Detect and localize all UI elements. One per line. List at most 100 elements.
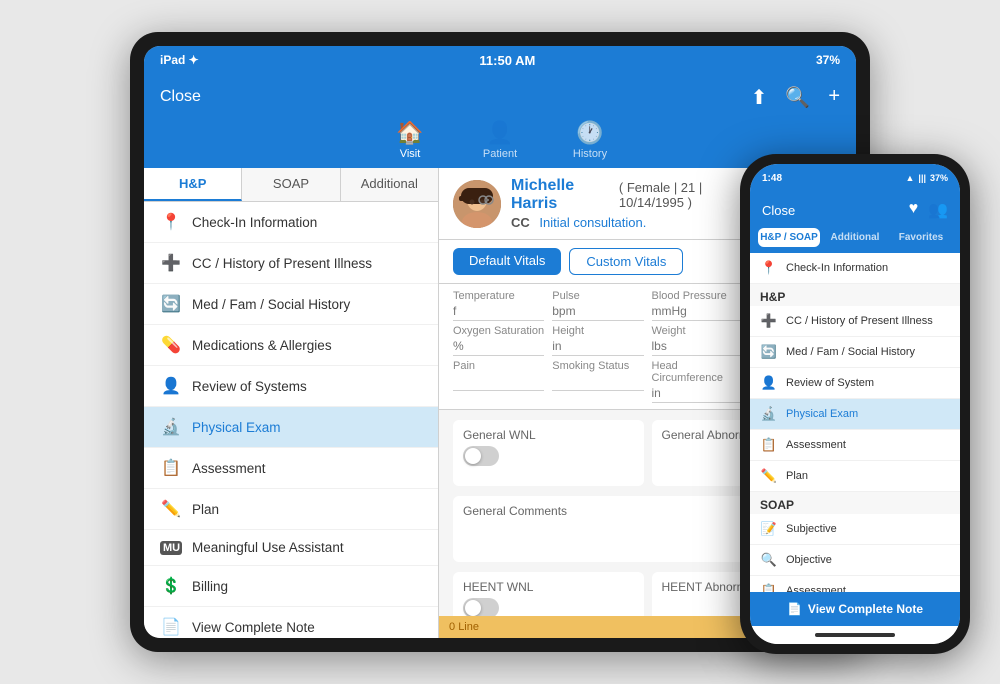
sidebar-item-check-in-label: Check-In Information <box>192 215 317 230</box>
vital-head-circ-input[interactable] <box>652 384 743 403</box>
vital-bp-input[interactable] <box>652 302 743 321</box>
sidebar-item-medications-label: Medications & Allergies <box>192 338 332 353</box>
phone-tab-favorites[interactable]: Favorites <box>890 228 952 247</box>
sidebar-item-assessment[interactable]: 📋 Assessment <box>144 448 438 489</box>
vital-pain-label: Pain <box>453 360 544 372</box>
patient-avatar-img <box>453 180 501 228</box>
sidebar-item-cc-history-label: CC / History of Present Illness <box>192 256 372 271</box>
phone-item-subjective[interactable]: 📝 Subjective <box>750 514 960 545</box>
sidebar-tabs: H&P SOAP Additional <box>144 168 438 202</box>
sidebar-item-med-fam-label: Med / Fam / Social History <box>192 297 350 312</box>
vital-smoking: Smoking Status <box>552 360 643 403</box>
vitals-tab-default[interactable]: Default Vitals <box>453 248 561 275</box>
phone-med-fam-label: Med / Fam / Social History <box>786 346 915 358</box>
phone-item-assessment-hp[interactable]: 📋 Assessment <box>750 430 960 461</box>
physical-exam-icon: 🔬 <box>160 417 182 437</box>
phone-nav-list: 📍 Check-In Information H&P ➕ CC / Histor… <box>750 253 960 592</box>
patient-icon: 👤 <box>486 120 513 146</box>
add-icon[interactable]: + <box>828 85 840 110</box>
phone-item-cc-history[interactable]: ➕ CC / History of Present Illness <box>750 306 960 337</box>
review-icon: 👤 <box>160 376 182 396</box>
cc-history-icon: ➕ <box>160 253 182 273</box>
vital-height-input[interactable] <box>552 337 643 356</box>
phone-heart-icon[interactable]: ♥ <box>909 200 919 220</box>
sidebar-tab-soap[interactable]: SOAP <box>242 168 340 201</box>
home-bar <box>815 633 895 637</box>
search-icon[interactable]: 🔍 <box>785 85 810 110</box>
phone-plan-hp-label: Plan <box>786 470 808 482</box>
sidebar-tab-additional[interactable]: Additional <box>341 168 438 201</box>
phone-check-in-label: Check-In Information <box>786 262 888 274</box>
sidebar-item-check-in[interactable]: 📍 Check-In Information <box>144 202 438 243</box>
phone-item-objective[interactable]: 🔍 Objective <box>750 545 960 576</box>
vital-pain-input[interactable] <box>453 372 544 391</box>
med-fam-icon: 🔄 <box>160 294 182 314</box>
vitals-tab-custom[interactable]: Custom Vitals <box>569 248 683 275</box>
share-icon[interactable]: ⬆ <box>751 85 768 110</box>
phone-objective-icon: 🔍 <box>760 552 778 568</box>
general-wnl-toggle[interactable] <box>463 446 499 466</box>
sidebar-item-med-fam[interactable]: 🔄 Med / Fam / Social History <box>144 284 438 325</box>
check-in-icon: 📍 <box>160 212 182 232</box>
view-note-icon-phone: 📄 <box>787 602 802 616</box>
tab-visit-label: Visit <box>400 148 421 160</box>
phone-review-icon: 👤 <box>760 375 778 391</box>
ipad-nav-bar: Close ⬆ 🔍 + <box>144 74 856 120</box>
phone-assessment-soap-label: Assessment <box>786 585 846 592</box>
vital-weight-input[interactable] <box>652 337 743 356</box>
sidebar-item-medications[interactable]: 💊 Medications & Allergies <box>144 325 438 366</box>
phone-item-physical-exam[interactable]: 🔬 Physical Exam <box>750 399 960 430</box>
sidebar-item-billing[interactable]: 💲 Billing <box>144 566 438 607</box>
sidebar-item-view-note-label: View Complete Note <box>192 620 315 635</box>
phone-item-review-system[interactable]: 👤 Review of System <box>750 368 960 399</box>
phone-tabs: H&P / SOAP Additional Favorites <box>750 228 960 253</box>
phone-physical-exam-label: Physical Exam <box>786 408 858 420</box>
vital-pain: Pain <box>453 360 544 403</box>
sidebar-item-plan[interactable]: ✏️ Plan <box>144 489 438 530</box>
vital-temperature-input[interactable] <box>453 302 544 321</box>
vital-head-circ-label: Head Circumference <box>652 360 743 384</box>
wifi-icon: ▲ <box>906 173 915 183</box>
close-button[interactable]: Close <box>160 88 201 106</box>
patient-cc-row: CC Initial consultation. <box>511 215 762 230</box>
phone-user-icon[interactable]: 👥 <box>928 200 948 220</box>
phone-item-check-in[interactable]: 📍 Check-In Information <box>750 253 960 284</box>
heent-wnl-toggle[interactable] <box>463 598 499 616</box>
cc-label: CC <box>511 215 530 230</box>
phone-cc-icon: ➕ <box>760 313 778 329</box>
tab-visit[interactable]: 🏠 Visit <box>380 120 440 160</box>
phone-tab-additional[interactable]: Additional <box>824 228 886 247</box>
phone-view-complete-note-button[interactable]: 📄 View Complete Note <box>750 592 960 626</box>
sidebar-item-cc-history[interactable]: ➕ CC / History of Present Illness <box>144 243 438 284</box>
tab-history[interactable]: 🕐 History <box>560 120 620 160</box>
patient-info-left: Michelle Harris ( Female | 21 | 10/14/19… <box>453 177 762 230</box>
exam-heent-wnl: HEENT WNL <box>453 572 644 616</box>
phone-item-plan-hp[interactable]: ✏️ Plan <box>750 461 960 492</box>
phone-assessment-icon: 📋 <box>760 437 778 453</box>
phone-tab-hp-soap[interactable]: H&P / SOAP <box>758 228 820 247</box>
tab-patient[interactable]: 👤 Patient <box>470 120 530 160</box>
general-wnl-label: General WNL <box>463 428 634 442</box>
tab-patient-label: Patient <box>483 148 517 160</box>
phone-item-assessment-soap[interactable]: 📋 Assessment <box>750 576 960 592</box>
phone-time: 1:48 <box>762 173 782 184</box>
vital-smoking-input[interactable] <box>552 372 643 391</box>
vital-pulse-input[interactable] <box>552 302 643 321</box>
cc-value[interactable]: Initial consultation. <box>539 215 646 230</box>
phone-assessment-hp-label: Assessment <box>786 439 846 451</box>
exam-general-wnl: General WNL <box>453 420 644 486</box>
vital-smoking-label: Smoking Status <box>552 360 643 372</box>
sidebar-item-meaningful-use[interactable]: MU Meaningful Use Assistant <box>144 530 438 566</box>
sidebar-item-review-systems[interactable]: 👤 Review of Systems <box>144 366 438 407</box>
sidebar-tab-hp[interactable]: H&P <box>144 168 242 201</box>
phone-home-indicator <box>750 626 960 644</box>
vital-bp-label: Blood Pressure <box>652 290 743 302</box>
sidebar-item-physical-exam[interactable]: 🔬 Physical Exam <box>144 407 438 448</box>
vital-o2-input[interactable] <box>453 337 544 356</box>
phone-close-button[interactable]: Close <box>762 203 795 218</box>
phone-item-med-fam[interactable]: 🔄 Med / Fam / Social History <box>750 337 960 368</box>
sidebar-item-view-note[interactable]: 📄 View Complete Note <box>144 607 438 638</box>
signal-icon: ||| <box>918 173 926 183</box>
ipad-sidebar: H&P SOAP Additional 📍 Check-In Informati… <box>144 168 439 638</box>
vital-pulse: Pulse <box>552 290 643 321</box>
